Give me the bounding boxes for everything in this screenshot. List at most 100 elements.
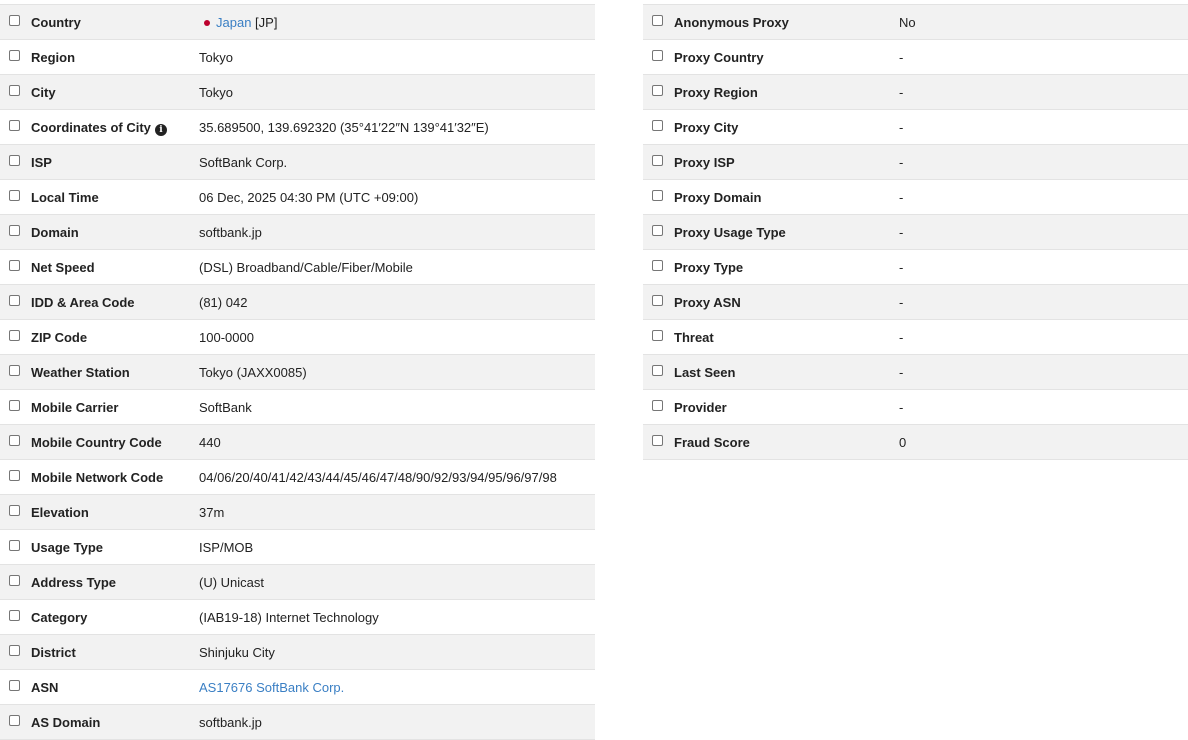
row-elevation: Elevation 37m xyxy=(0,495,595,530)
field-value: Tokyo xyxy=(199,40,233,75)
row-mobile-network-code: Mobile Network Code 04/06/20/40/41/42/43/… xyxy=(0,460,595,495)
checkbox-isp[interactable] xyxy=(9,155,20,166)
checkbox-anonymous-proxy[interactable] xyxy=(652,15,663,26)
row-proxy-usage-type: Proxy Usage Type - xyxy=(643,215,1188,250)
value-text: 06 Dec, 2025 04:30 PM (UTC +09:00) xyxy=(199,190,419,205)
row-proxy-city: Proxy City - xyxy=(643,110,1188,145)
checkbox-weather-station[interactable] xyxy=(9,365,20,376)
field-label: Address Type xyxy=(31,565,116,600)
checkbox-proxy-city[interactable] xyxy=(652,120,663,131)
checkbox-usage-type[interactable] xyxy=(9,540,20,551)
checkbox-coordinates-of-city[interactable] xyxy=(9,120,20,131)
value-text: SoftBank xyxy=(199,400,252,415)
field-value: Tokyo xyxy=(199,75,233,110)
checkbox-proxy-region[interactable] xyxy=(652,85,663,96)
checkbox-provider[interactable] xyxy=(652,400,663,411)
value-link[interactable]: Japan xyxy=(216,15,251,30)
checkbox-region[interactable] xyxy=(9,50,20,61)
field-label: Weather Station xyxy=(31,355,130,390)
checkbox-mobile-country-code[interactable] xyxy=(9,435,20,446)
checkbox-address-type[interactable] xyxy=(9,575,20,586)
field-label-text: Fraud Score xyxy=(674,435,750,450)
row-proxy-region: Proxy Region - xyxy=(643,75,1188,110)
field-value: (81) 042 xyxy=(199,285,247,320)
field-label: Proxy City xyxy=(674,110,738,145)
checkbox-local-time[interactable] xyxy=(9,190,20,201)
field-value: - xyxy=(899,285,903,320)
checkbox-net-speed[interactable] xyxy=(9,260,20,271)
field-label: Mobile Country Code xyxy=(31,425,162,460)
row-coordinates-of-city: Coordinates of City i 35.689500, 139.69232… xyxy=(0,110,595,145)
value-text: softbank.jp xyxy=(199,225,262,240)
value-text: Tokyo (JAXX0085) xyxy=(199,365,307,380)
checkbox-proxy-usage-type[interactable] xyxy=(652,225,663,236)
value-text: - xyxy=(899,225,904,240)
field-label: Proxy Type xyxy=(674,250,743,285)
checkbox-city[interactable] xyxy=(9,85,20,96)
field-label-text: Proxy Country xyxy=(674,50,764,65)
field-label: Proxy ASN xyxy=(674,285,741,320)
field-label: Local Time xyxy=(31,180,99,215)
checkbox-fraud-score[interactable] xyxy=(652,435,663,446)
checkbox-country[interactable] xyxy=(9,15,20,26)
checkbox-threat[interactable] xyxy=(652,330,663,341)
value-text: 440 xyxy=(199,435,221,450)
checkbox-last-seen[interactable] xyxy=(652,365,663,376)
field-label: ZIP Code xyxy=(31,320,87,355)
row-region: Region Tokyo xyxy=(0,40,595,75)
checkbox-proxy-asn[interactable] xyxy=(652,295,663,306)
checkbox-district[interactable] xyxy=(9,645,20,656)
checkbox-asn[interactable] xyxy=(9,680,20,691)
field-label: IDD & Area Code xyxy=(31,285,135,320)
checkbox-proxy-domain[interactable] xyxy=(652,190,663,201)
field-label: Proxy Country xyxy=(674,40,764,75)
row-isp: ISP SoftBank Corp. xyxy=(0,145,595,180)
row-last-seen: Last Seen - xyxy=(643,355,1188,390)
value-text: Tokyo xyxy=(199,85,233,100)
checkbox-proxy-isp[interactable] xyxy=(652,155,663,166)
value-text: Shinjuku City xyxy=(199,645,275,660)
field-label: Last Seen xyxy=(674,355,735,390)
row-proxy-country: Proxy Country - xyxy=(643,40,1188,75)
field-label-text: Threat xyxy=(674,330,714,345)
checkbox-elevation[interactable] xyxy=(9,505,20,516)
checkbox-category[interactable] xyxy=(9,610,20,621)
field-value: 06 Dec, 2025 04:30 PM (UTC +09:00) xyxy=(199,180,418,215)
field-value: SoftBank xyxy=(199,390,252,425)
info-icon[interactable]: i xyxy=(154,124,167,136)
checkbox-proxy-country[interactable] xyxy=(652,50,663,61)
row-fraud-score: Fraud Score 0 xyxy=(643,425,1188,460)
field-value: - xyxy=(899,250,903,285)
value-link[interactable]: AS17676 SoftBank Corp. xyxy=(199,680,344,695)
row-city: City Tokyo xyxy=(0,75,595,110)
field-value: Tokyo (JAXX0085) xyxy=(199,355,307,390)
value-text: - xyxy=(899,120,904,135)
geo-info-table: Country Japan [JP] Region Tokyo City Tokyo Coo… xyxy=(0,4,595,740)
field-value: Shinjuku City xyxy=(199,635,275,670)
row-local-time: Local Time 06 Dec, 2025 04:30 PM (UTC +09… xyxy=(0,180,595,215)
row-category: Category (IAB19-18) Internet Technology xyxy=(0,600,595,635)
checkbox-zip-code[interactable] xyxy=(9,330,20,341)
field-label-text: IDD & Area Code xyxy=(31,295,135,310)
field-label: Provider xyxy=(674,390,727,425)
field-label: Proxy Region xyxy=(674,75,758,110)
field-label-text: Mobile Carrier xyxy=(31,400,119,415)
field-value: - xyxy=(899,320,903,355)
field-label-text: Mobile Network Code xyxy=(31,470,164,485)
row-zip-code: ZIP Code 100-0000 xyxy=(0,320,595,355)
japan-flag-dot-icon xyxy=(204,20,210,27)
checkbox-proxy-type[interactable] xyxy=(652,260,663,271)
checkbox-domain[interactable] xyxy=(9,225,20,236)
field-value: - xyxy=(899,355,903,390)
value-text: SoftBank Corp. xyxy=(199,155,288,170)
checkbox-mobile-network-code[interactable] xyxy=(9,470,20,481)
field-label-text: Region xyxy=(31,50,76,65)
field-label-text: ASN xyxy=(31,680,59,695)
field-value: (IAB19-18) Internet Technology xyxy=(199,600,379,635)
field-label: Threat xyxy=(674,320,714,355)
field-label-text: Proxy City xyxy=(674,120,739,135)
checkbox-as-domain[interactable] xyxy=(9,715,20,726)
field-label: Proxy Usage Type xyxy=(674,215,786,250)
checkbox-mobile-carrier[interactable] xyxy=(9,400,20,411)
checkbox-idd-and-area-code[interactable] xyxy=(9,295,20,306)
